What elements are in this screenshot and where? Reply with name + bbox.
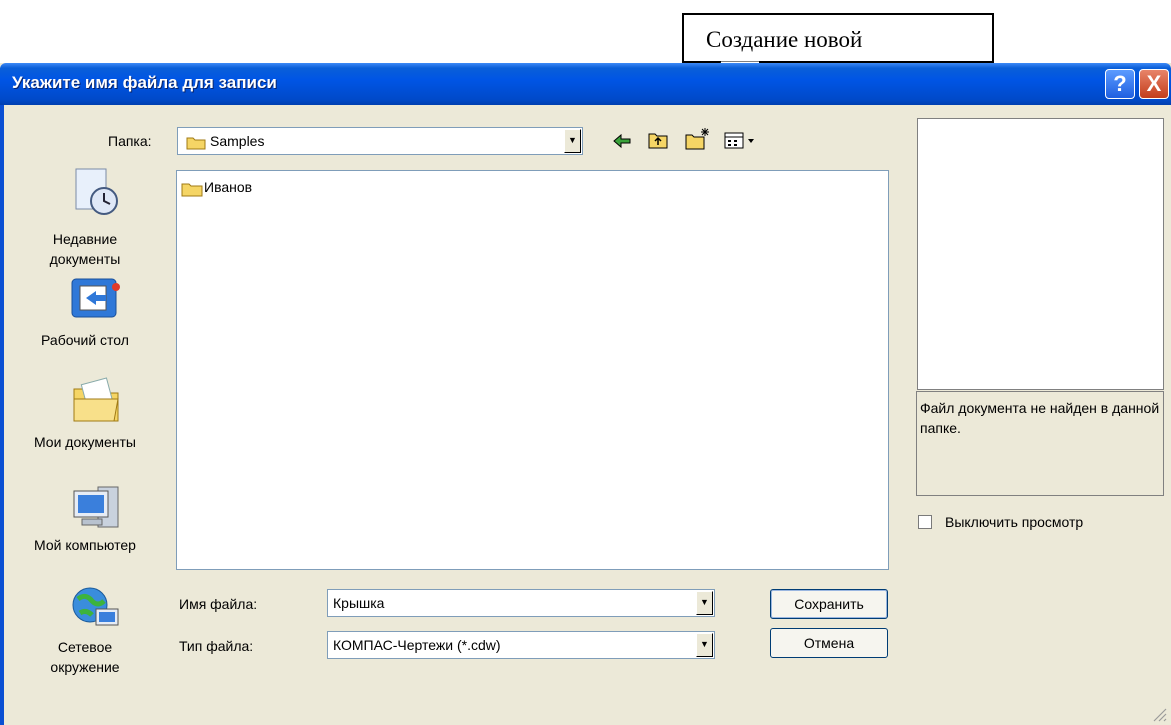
list-item-label: Иванов xyxy=(204,179,253,195)
filetype-value: КОМПАС-Чертежи (*.cdw) xyxy=(333,637,501,653)
up-folder-icon[interactable] xyxy=(648,131,668,149)
filename-input[interactable]: Крышка ▼ xyxy=(327,589,715,617)
callout-box: Создание новой xyxy=(682,13,994,63)
help-button[interactable]: ? xyxy=(1105,69,1135,99)
place-recent-label-2: документы xyxy=(49,251,121,267)
my-documents-icon xyxy=(72,375,124,428)
preview-pane xyxy=(917,118,1164,390)
filename-label: Имя файла: xyxy=(179,596,258,612)
recent-documents-icon xyxy=(72,165,122,220)
title-bar[interactable]: Укажите имя файла для записи ? X xyxy=(0,63,1171,105)
folder-label: Папка: xyxy=(108,133,152,149)
back-icon[interactable] xyxy=(612,133,632,149)
save-button[interactable]: Сохранить xyxy=(770,589,888,619)
place-my-computer[interactable]: Мой компьютер xyxy=(5,535,165,555)
place-desktop[interactable]: Рабочий стол xyxy=(5,330,165,350)
filetype-label: Тип файла: xyxy=(179,638,254,654)
window-title: Укажите имя файла для записи xyxy=(12,73,277,92)
cancel-button[interactable]: Отмена xyxy=(770,628,888,658)
folder-value: Samples xyxy=(210,133,265,149)
folder-icon xyxy=(186,137,206,150)
close-button[interactable]: X xyxy=(1139,69,1169,99)
folder-select[interactable]: Samples ▼ xyxy=(177,127,583,155)
filename-value: Крышка xyxy=(333,595,385,611)
place-my-documents[interactable]: Мои документы xyxy=(5,432,165,452)
callout-text: Создание новой xyxy=(706,27,863,52)
place-network[interactable]: Сетевое окружение xyxy=(5,637,165,677)
filename-dropdown-button[interactable]: ▼ xyxy=(696,591,713,615)
file-list[interactable]: Иванов xyxy=(176,170,889,570)
filetype-dropdown-button[interactable]: ▼ xyxy=(696,633,713,657)
place-recent-label: Недавние xyxy=(52,231,118,247)
disable-preview-checkbox[interactable] xyxy=(918,515,932,529)
my-computer-icon xyxy=(70,483,126,538)
filetype-select[interactable]: КОМПАС-Чертежи (*.cdw) ▼ xyxy=(327,631,715,659)
place-network-label: Сетевое xyxy=(57,639,113,655)
disable-preview-label[interactable]: Выключить просмотр xyxy=(945,514,1083,530)
desktop-icon xyxy=(70,277,122,326)
place-recent[interactable]: Недавние документы xyxy=(5,229,165,269)
new-folder-icon[interactable] xyxy=(685,126,711,150)
place-my-documents-label: Мои документы xyxy=(33,434,136,450)
folder-icon xyxy=(181,183,203,197)
preview-message: Файл документа не найден в данной папке. xyxy=(916,391,1164,496)
place-desktop-label: Рабочий стол xyxy=(41,332,129,348)
place-network-label-2: окружение xyxy=(50,659,120,675)
view-menu-icon[interactable] xyxy=(724,132,760,150)
folder-dropdown-button[interactable]: ▼ xyxy=(564,129,581,153)
resize-grip-icon[interactable] xyxy=(1150,705,1168,723)
place-my-computer-label: Мой компьютер xyxy=(34,537,136,553)
window-left-border xyxy=(0,105,4,725)
network-icon xyxy=(70,585,126,640)
